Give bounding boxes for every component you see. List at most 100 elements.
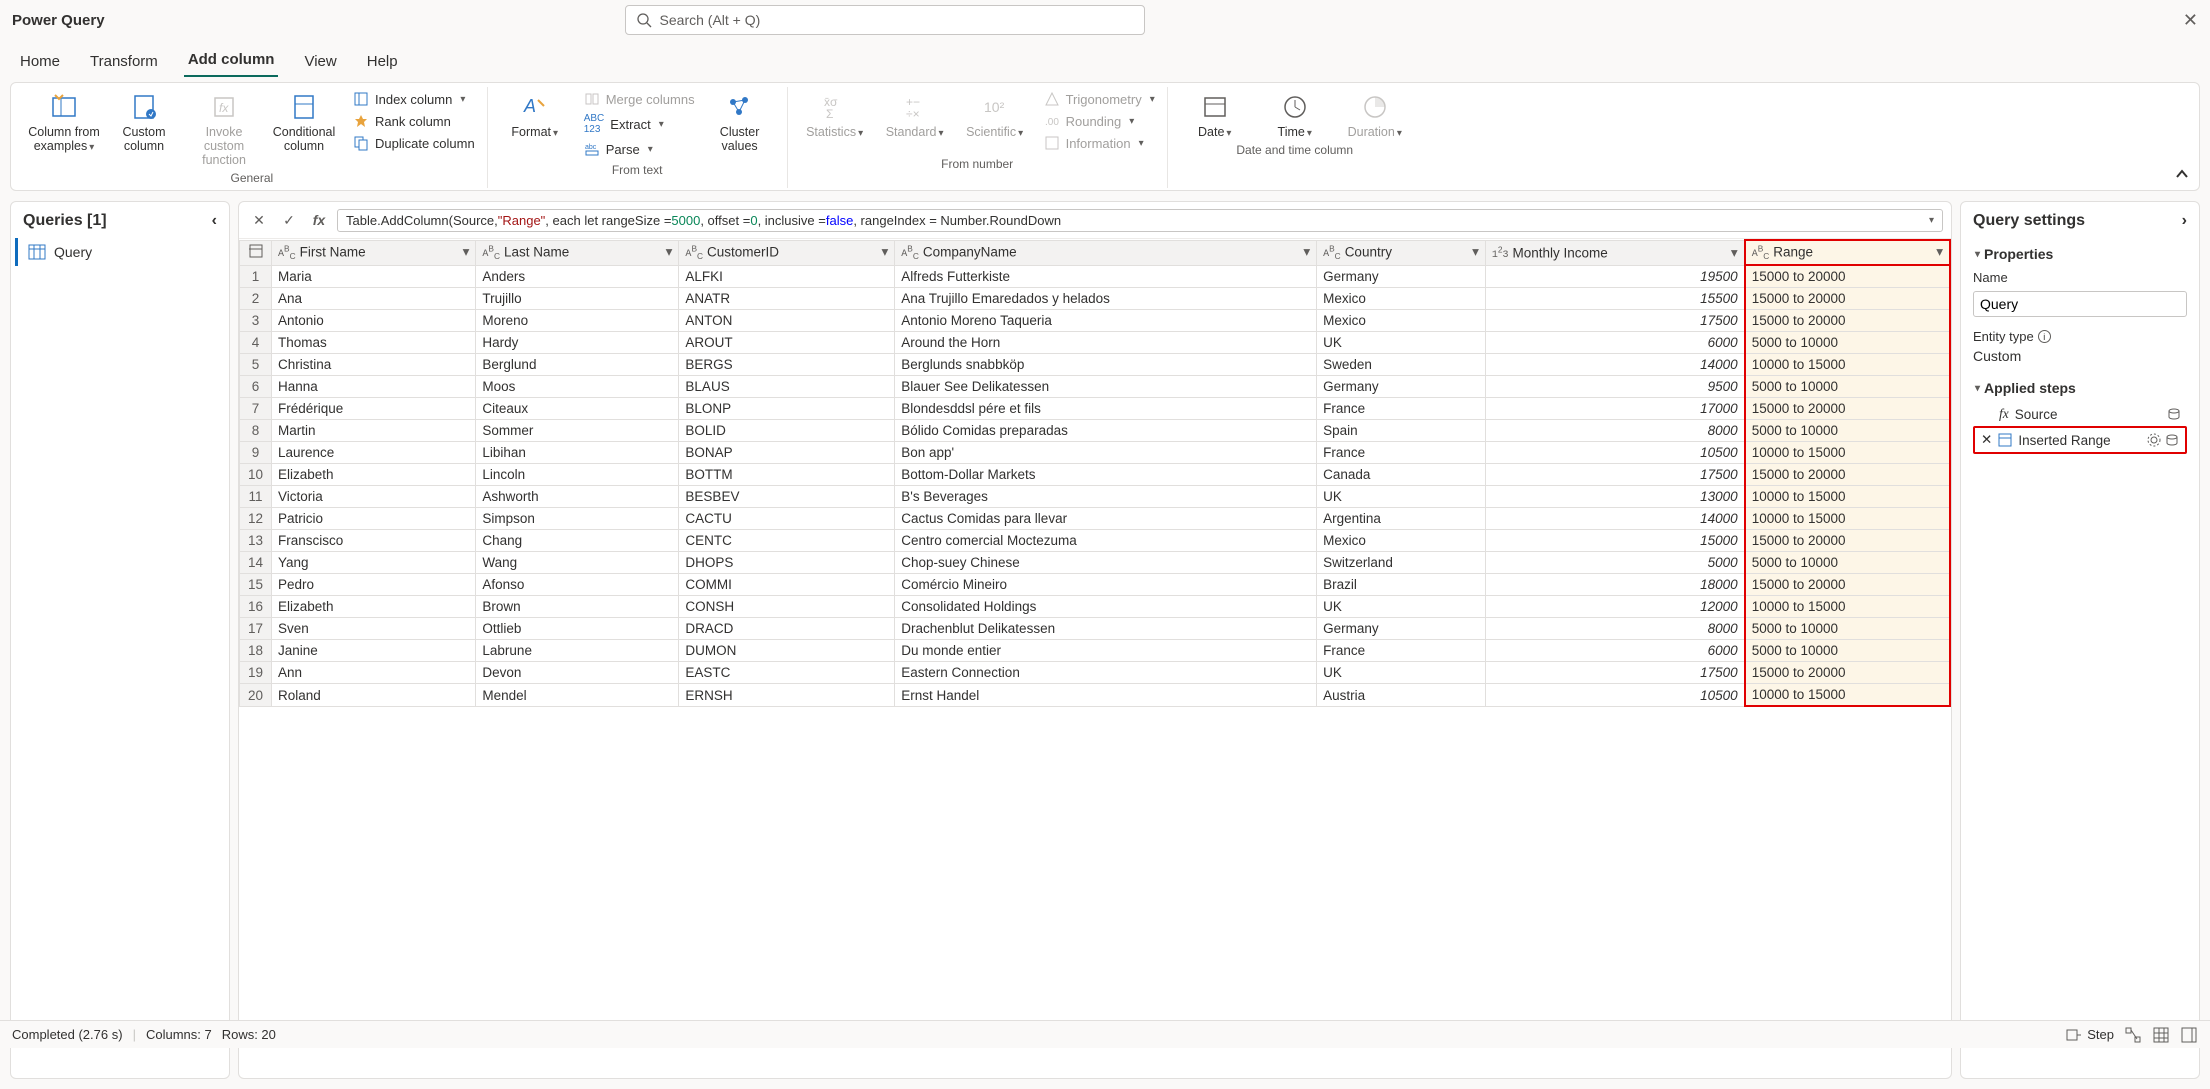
cell[interactable]: 5000 to 10000 bbox=[1745, 332, 1950, 354]
row-number[interactable]: 20 bbox=[240, 684, 272, 707]
cell[interactable]: Canada bbox=[1317, 464, 1486, 486]
cell[interactable]: Alfreds Futterkiste bbox=[895, 265, 1317, 288]
step-inserted-range[interactable]: ✕ Inserted Range bbox=[1973, 426, 2187, 454]
cell[interactable]: CACTU bbox=[679, 508, 895, 530]
cell[interactable]: Germany bbox=[1317, 265, 1486, 288]
row-number[interactable]: 6 bbox=[240, 376, 272, 398]
cell[interactable]: CENTC bbox=[679, 530, 895, 552]
grid-view-icon[interactable] bbox=[2152, 1026, 2170, 1044]
cell[interactable]: Frédérique bbox=[272, 398, 476, 420]
cell[interactable]: BLAUS bbox=[679, 376, 895, 398]
cell[interactable]: ERNSH bbox=[679, 684, 895, 707]
cell[interactable]: Blondesddsl pére et fils bbox=[895, 398, 1317, 420]
table-row[interactable]: 10ElizabethLincolnBOTTMBottom-Dollar Mar… bbox=[240, 464, 1951, 486]
conditional-column-button[interactable]: Conditional column bbox=[265, 89, 343, 153]
column-header[interactable]: ABCLast Name ▾ bbox=[476, 240, 679, 265]
cell[interactable]: 15000 to 20000 bbox=[1745, 662, 1950, 684]
cell[interactable]: ALFKI bbox=[679, 265, 895, 288]
cell[interactable]: Sweden bbox=[1317, 354, 1486, 376]
close-icon[interactable]: ✕ bbox=[2183, 10, 2198, 31]
row-number[interactable]: 9 bbox=[240, 442, 272, 464]
tab-home[interactable]: Home bbox=[16, 45, 64, 77]
cell[interactable]: Laurence bbox=[272, 442, 476, 464]
cell[interactable]: 6000 bbox=[1485, 640, 1744, 662]
cell[interactable]: Berglund bbox=[476, 354, 679, 376]
time-button[interactable]: Time▾ bbox=[1256, 89, 1334, 139]
row-number[interactable]: 4 bbox=[240, 332, 272, 354]
cell[interactable]: Drachenblut Delikatessen bbox=[895, 618, 1317, 640]
cell[interactable]: Elizabeth bbox=[272, 596, 476, 618]
row-number[interactable]: 5 bbox=[240, 354, 272, 376]
cell[interactable]: COMMI bbox=[679, 574, 895, 596]
row-number[interactable]: 10 bbox=[240, 464, 272, 486]
step-button[interactable]: Step bbox=[2065, 1026, 2114, 1044]
cell[interactable]: Bólido Comidas preparadas bbox=[895, 420, 1317, 442]
cancel-formula-icon[interactable]: ✕ bbox=[247, 208, 271, 232]
cell[interactable]: Around the Horn bbox=[895, 332, 1317, 354]
row-number[interactable]: 13 bbox=[240, 530, 272, 552]
cell[interactable]: Maria bbox=[272, 265, 476, 288]
cell[interactable]: Argentina bbox=[1317, 508, 1486, 530]
cell[interactable]: Labrune bbox=[476, 640, 679, 662]
cell[interactable]: Mexico bbox=[1317, 288, 1486, 310]
cell[interactable]: Berglunds snabbköp bbox=[895, 354, 1317, 376]
table-row[interactable]: 7FrédériqueCiteauxBLONPBlondesddsl pére … bbox=[240, 398, 1951, 420]
cell[interactable]: ANATR bbox=[679, 288, 895, 310]
confirm-formula-icon[interactable]: ✓ bbox=[277, 208, 301, 232]
row-number[interactable]: 11 bbox=[240, 486, 272, 508]
cell[interactable]: Germany bbox=[1317, 376, 1486, 398]
cell[interactable]: 6000 bbox=[1485, 332, 1744, 354]
column-header[interactable]: ABCCompanyName ▾ bbox=[895, 240, 1317, 265]
cell[interactable]: Roland bbox=[272, 684, 476, 707]
cell[interactable]: 15500 bbox=[1485, 288, 1744, 310]
cell[interactable]: Janine bbox=[272, 640, 476, 662]
cell[interactable]: EASTC bbox=[679, 662, 895, 684]
index-column-button[interactable]: Index column▾ bbox=[349, 89, 479, 109]
cell[interactable]: Ann bbox=[272, 662, 476, 684]
format-button[interactable]: A Format▾ bbox=[496, 89, 574, 139]
parse-button[interactable]: abcParse▾ bbox=[580, 139, 699, 159]
cluster-values-button[interactable]: Cluster values bbox=[701, 89, 779, 153]
step-source[interactable]: fx Source bbox=[1973, 402, 2187, 426]
cell[interactable]: Chang bbox=[476, 530, 679, 552]
fx-icon[interactable]: fx bbox=[307, 208, 331, 232]
search-input[interactable]: Search (Alt + Q) bbox=[625, 5, 1145, 35]
extract-button[interactable]: ABC123Extract▾ bbox=[580, 111, 699, 137]
cell[interactable]: Yang bbox=[272, 552, 476, 574]
cell[interactable]: Moreno bbox=[476, 310, 679, 332]
cell[interactable]: 10500 bbox=[1485, 442, 1744, 464]
cell[interactable]: 5000 to 10000 bbox=[1745, 552, 1950, 574]
cell[interactable]: 17500 bbox=[1485, 662, 1744, 684]
cell[interactable]: Ana Trujillo Emaredados y helados bbox=[895, 288, 1317, 310]
cell[interactable]: 15000 to 20000 bbox=[1745, 574, 1950, 596]
column-header[interactable]: ABCRange ▾ bbox=[1745, 240, 1950, 265]
cell[interactable]: France bbox=[1317, 640, 1486, 662]
row-number[interactable]: 14 bbox=[240, 552, 272, 574]
cell[interactable]: BERGS bbox=[679, 354, 895, 376]
cell[interactable]: Lincoln bbox=[476, 464, 679, 486]
applied-steps-section[interactable]: ▾Applied steps bbox=[1973, 380, 2187, 396]
cell[interactable]: BONAP bbox=[679, 442, 895, 464]
cell[interactable]: Spain bbox=[1317, 420, 1486, 442]
cell[interactable]: DHOPS bbox=[679, 552, 895, 574]
collapse-ribbon-icon[interactable] bbox=[2173, 165, 2191, 186]
delete-step-icon[interactable]: ✕ bbox=[1981, 432, 1992, 448]
cell[interactable]: Sommer bbox=[476, 420, 679, 442]
row-number[interactable]: 16 bbox=[240, 596, 272, 618]
table-row[interactable]: 4ThomasHardyAROUTAround the HornUK600050… bbox=[240, 332, 1951, 354]
info-icon[interactable]: i bbox=[2038, 330, 2051, 343]
row-number[interactable]: 7 bbox=[240, 398, 272, 420]
cell[interactable]: Elizabeth bbox=[272, 464, 476, 486]
column-header[interactable]: 123Monthly Income ▾ bbox=[1485, 240, 1744, 265]
query-item[interactable]: Query bbox=[15, 238, 225, 266]
cell[interactable]: Christina bbox=[272, 354, 476, 376]
table-row[interactable]: 16ElizabethBrownCONSHConsolidated Holdin… bbox=[240, 596, 1951, 618]
table-row[interactable]: 9LaurenceLibihanBONAPBon app'France10500… bbox=[240, 442, 1951, 464]
cell[interactable]: CONSH bbox=[679, 596, 895, 618]
formula-input[interactable]: Table.AddColumn(Source, "Range", each le… bbox=[337, 209, 1943, 232]
cell[interactable]: Franscisco bbox=[272, 530, 476, 552]
cell[interactable]: Consolidated Holdings bbox=[895, 596, 1317, 618]
cell[interactable]: DRACD bbox=[679, 618, 895, 640]
row-number[interactable]: 3 bbox=[240, 310, 272, 332]
cell[interactable]: Victoria bbox=[272, 486, 476, 508]
